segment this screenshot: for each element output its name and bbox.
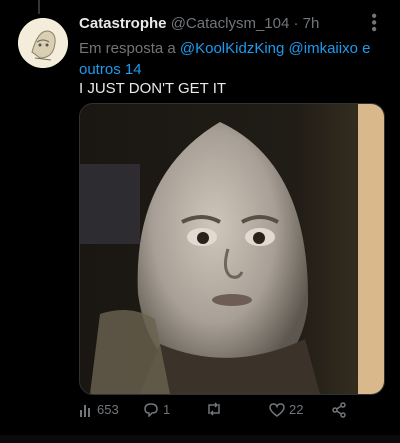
separator-dot: · (293, 15, 299, 32)
reply-context: Em resposta a @KoolKidzKing @imkaiixo e … (79, 38, 379, 80)
reply-button[interactable]: 1 (143, 402, 170, 417)
share-button[interactable] (331, 402, 347, 418)
reply-icon (144, 402, 158, 417)
avatar[interactable] (18, 18, 68, 68)
user-handle[interactable]: @Cataclysm_104 (171, 15, 290, 32)
more-icon[interactable]: ••• (364, 13, 382, 33)
share-icon (332, 402, 346, 418)
retweet-button[interactable] (205, 402, 227, 416)
timestamp[interactable]: 7h (303, 15, 320, 32)
reply-mention-2[interactable]: @imkaiixo (289, 40, 358, 57)
like-count: 22 (289, 402, 304, 417)
tweet-actions: 653 1 22 (79, 402, 379, 422)
views-button[interactable]: 653 (79, 402, 119, 417)
retweet-icon (208, 402, 220, 416)
reply-mention-1[interactable]: @KoolKidzKing (180, 40, 284, 57)
display-name[interactable]: Catastrophe (79, 15, 167, 32)
reply-prefix: Em resposta a (79, 40, 176, 57)
like-button[interactable]: 22 (269, 402, 303, 417)
tweet-text: I JUST DON'T GET IT (79, 80, 227, 97)
bottom-edge (0, 435, 400, 443)
avatar-image (18, 18, 68, 68)
tweet-header: Catastrophe @Cataclysm_104 · 7h (79, 15, 386, 35)
reply-count: 1 (163, 402, 171, 417)
humpty-dumpty-image (80, 104, 384, 394)
heart-icon (269, 402, 285, 417)
thread-connector-line (38, 0, 40, 14)
tweet-media-image[interactable] (79, 103, 385, 395)
views-count: 653 (97, 402, 119, 417)
analytics-icon (80, 404, 90, 417)
